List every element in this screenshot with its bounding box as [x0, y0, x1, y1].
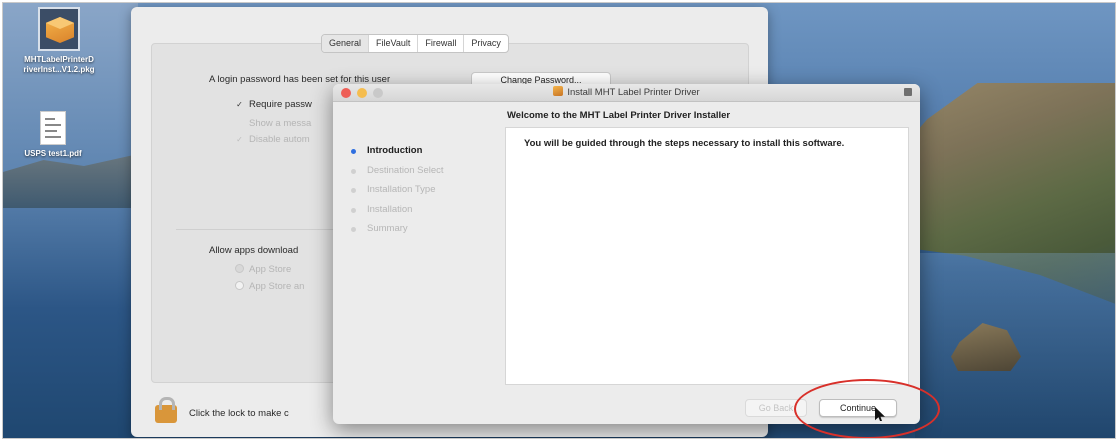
- tab-firewall[interactable]: Firewall: [418, 35, 465, 52]
- package-icon: [553, 86, 564, 96]
- installer-titlebar[interactable]: Install MHT Label Printer Driver: [333, 84, 920, 102]
- step-bullet-icon: [351, 188, 356, 193]
- installer-title-text: Install MHT Label Printer Driver: [567, 87, 700, 98]
- step-bullet-icon: [351, 207, 356, 213]
- installer-content-pane: You will be guided through the steps nec…: [505, 127, 909, 385]
- lock-icon: [904, 88, 912, 96]
- step-summary: Summary: [347, 222, 497, 242]
- disable-auto-login-checkbox[interactable]: ✓ Disable autom: [235, 134, 310, 145]
- step-installation-type: Installation Type: [347, 183, 497, 203]
- step-bullet-icon: [351, 149, 356, 154]
- desktop-icon-pdf[interactable]: USPS test1.pdf: [3, 111, 103, 159]
- radio-icon: [235, 281, 244, 290]
- preferences-tab-bar: General FileVault Firewall Privacy: [321, 34, 509, 53]
- step-installation: Installation: [347, 203, 497, 223]
- introduction-text: You will be guided through the steps nec…: [524, 138, 845, 149]
- welcome-heading: Welcome to the MHT Label Printer Driver …: [507, 110, 731, 121]
- step-label: Installation: [367, 203, 413, 215]
- tab-filevault[interactable]: FileVault: [369, 35, 419, 52]
- tab-privacy[interactable]: Privacy: [464, 35, 508, 52]
- disable-auto-label: Disable autom: [249, 134, 310, 145]
- pdf-icon-label: USPS test1.pdf: [24, 149, 82, 158]
- pkg-icon-label-line1: MHTLabelPrinterD: [24, 55, 94, 64]
- radio-app-store-and-label: App Store an: [249, 281, 305, 292]
- step-label: Summary: [367, 223, 408, 234]
- desktop: MHTLabelPrinterD riverInst...V1.2.pkg US…: [2, 2, 1116, 439]
- annotation-highlight-circle: [794, 379, 940, 438]
- checkbox-icon: [235, 117, 244, 126]
- lock-hint-text: Click the lock to make c: [189, 408, 289, 419]
- show-message-checkbox[interactable]: Show a messa: [235, 117, 311, 129]
- radio-app-store[interactable]: App Store: [235, 264, 291, 275]
- pdf-file-icon: [40, 111, 66, 145]
- require-password-label: Require passw: [249, 99, 312, 110]
- package-icon: [38, 7, 80, 51]
- step-bullet-icon: [351, 168, 356, 174]
- step-label: Installation Type: [367, 184, 436, 195]
- step-label: Destination Select: [367, 164, 444, 176]
- installer-window: Install MHT Label Printer Driver Welcome…: [333, 84, 920, 424]
- checkmark-icon: ✓: [236, 135, 243, 144]
- installer-steps-list: Introduction Destination Select Installa…: [347, 144, 497, 242]
- radio-icon: [235, 264, 244, 273]
- step-destination-select: Destination Select: [347, 164, 497, 184]
- step-label: Introduction: [367, 145, 423, 156]
- installer-title: Install MHT Label Printer Driver: [333, 86, 920, 100]
- checkmark-icon: ✓: [236, 100, 243, 109]
- desktop-icon-pkg[interactable]: MHTLabelPrinterD riverInst...V1.2.pkg: [3, 7, 115, 75]
- lock-icon[interactable]: [155, 397, 177, 423]
- step-introduction: Introduction: [347, 144, 497, 164]
- pkg-icon-label-line2: riverInst...V1.2.pkg: [23, 65, 95, 74]
- allow-apps-label: Allow apps download: [209, 245, 299, 256]
- radio-app-store-and-developers[interactable]: App Store an: [235, 281, 304, 292]
- show-message-label: Show a messa: [249, 118, 312, 129]
- step-bullet-icon: [351, 227, 356, 232]
- radio-app-store-label: App Store: [249, 264, 292, 275]
- tab-general[interactable]: General: [322, 35, 370, 52]
- require-password-checkbox[interactable]: ✓ Require passw: [235, 99, 312, 110]
